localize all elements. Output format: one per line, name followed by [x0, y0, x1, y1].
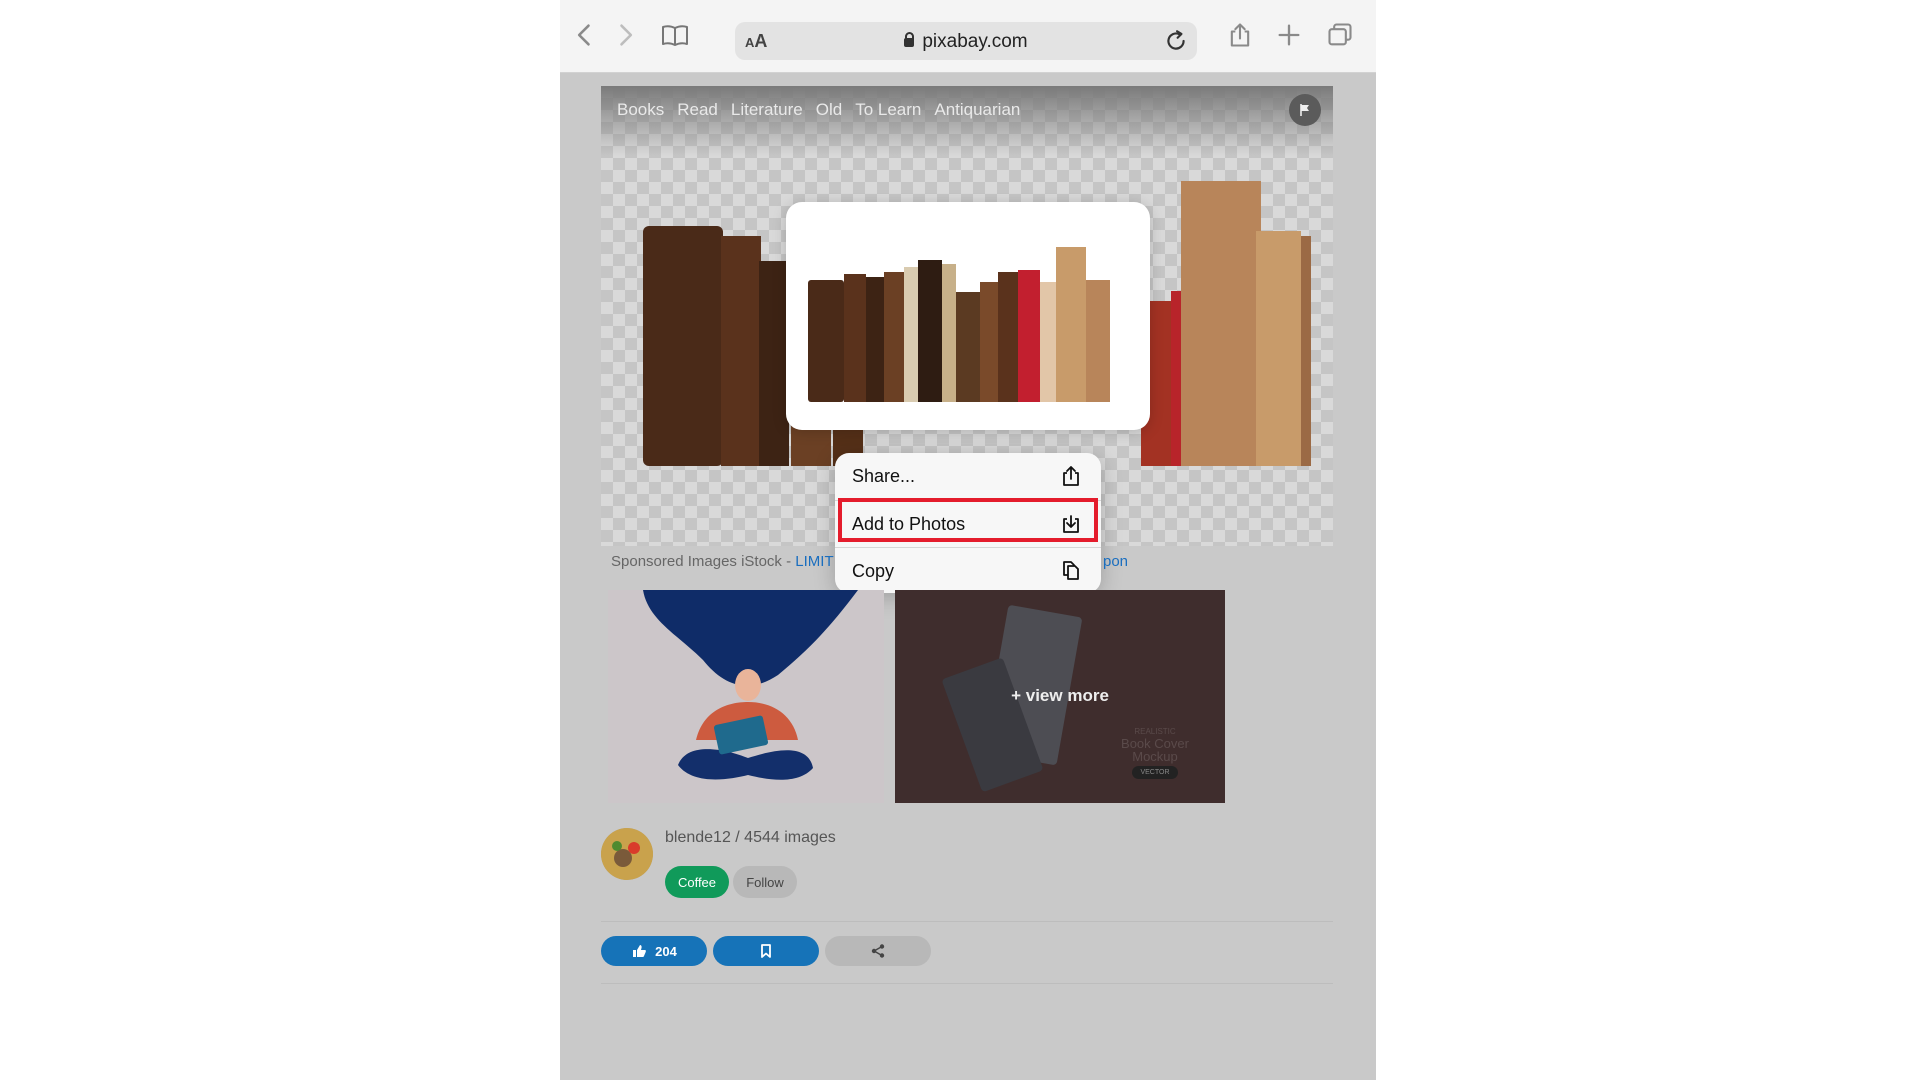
bookmark-button[interactable] [713, 936, 819, 966]
address-bar[interactable]: AA pixabay.com [735, 22, 1197, 60]
report-flag-button[interactable] [1289, 94, 1321, 126]
like-button[interactable]: 204 [601, 936, 707, 966]
author-name[interactable]: blende12 / 4544 images [665, 829, 836, 847]
highlight-box-add-to-photos [838, 498, 1098, 542]
mockup-caption: REALISTIC Book Cover Mockup VECTOR [1110, 726, 1200, 779]
sponsored-link[interactable]: LIMIT [795, 553, 833, 570]
sponsored-image-reading-woman[interactable] [608, 590, 884, 803]
books-thumbnail [808, 247, 1110, 402]
reload-icon[interactable] [1163, 28, 1189, 54]
bookmarks-icon[interactable] [658, 18, 692, 52]
bookmark-icon [761, 944, 771, 958]
tag-link[interactable]: Books [617, 100, 664, 120]
forward-icon[interactable] [608, 18, 642, 52]
sponsored-link-tail[interactable]: pon [1103, 553, 1128, 570]
web-page: Books Read Literature Old To Learn Antiq… [560, 73, 1376, 1080]
sponsored-label: Sponsored Images iStock - LIMIT [611, 553, 834, 570]
tag-link[interactable]: Antiquarian [934, 100, 1020, 120]
thumbs-up-icon [633, 945, 647, 957]
tag-link[interactable]: Old [816, 100, 842, 120]
context-menu-image-preview [786, 202, 1150, 430]
ipad-screen: AA pixabay.com Books Read Literature Old… [560, 0, 1376, 1080]
menu-item-share[interactable]: Share... [835, 453, 1101, 499]
tabs-overview-icon[interactable] [1323, 18, 1357, 52]
tag-link[interactable]: Literature [731, 100, 803, 120]
share-icon [1063, 466, 1079, 486]
view-more-link[interactable]: + view more [895, 686, 1225, 706]
follow-button[interactable]: Follow [733, 866, 797, 898]
url-text: pixabay.com [922, 31, 1028, 52]
safari-toolbar: AA pixabay.com [560, 0, 1376, 73]
author-avatar[interactable] [601, 828, 653, 880]
coffee-button[interactable]: Coffee [665, 866, 729, 898]
sponsored-image-book-mockup[interactable]: + view more REALISTIC Book Cover Mockup … [895, 590, 1225, 803]
share-icon[interactable] [1223, 18, 1257, 52]
image-tags: Books Read Literature Old To Learn Antiq… [617, 100, 1020, 120]
share-button[interactable] [825, 936, 931, 966]
divider [601, 983, 1333, 984]
like-count: 204 [655, 943, 677, 959]
new-tab-icon[interactable] [1272, 18, 1306, 52]
copy-icon [1063, 561, 1079, 580]
tag-link[interactable]: To Learn [855, 100, 921, 120]
flag-icon [1300, 104, 1309, 116]
url-display[interactable]: pixabay.com [735, 31, 1197, 53]
tag-link[interactable]: Read [677, 100, 718, 120]
lock-icon [904, 32, 915, 47]
menu-item-copy[interactable]: Copy [835, 547, 1101, 593]
divider [601, 921, 1333, 922]
share-nodes-icon [871, 944, 885, 958]
back-icon[interactable] [568, 18, 602, 52]
